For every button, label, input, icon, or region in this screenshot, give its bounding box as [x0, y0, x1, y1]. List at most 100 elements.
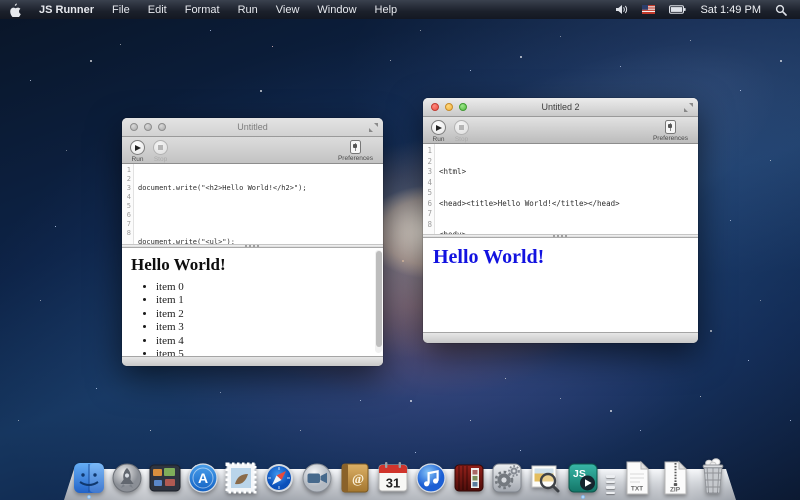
- preview-icon[interactable]: [526, 460, 564, 496]
- menu-window[interactable]: Window: [308, 0, 365, 19]
- menu-clock[interactable]: Sat 1:49 PM: [693, 0, 768, 19]
- svg-text:TXT: TXT: [631, 486, 643, 493]
- photo-booth-icon[interactable]: [450, 460, 488, 496]
- toolbar: Run Stop Preferences: [122, 137, 383, 164]
- app-menu-title[interactable]: JS Runner: [30, 0, 103, 19]
- finder-icon[interactable]: [70, 460, 108, 496]
- fullscreen-icon[interactable]: [369, 123, 378, 132]
- menu-view[interactable]: View: [267, 0, 309, 19]
- code-editor[interactable]: 12 34 56 78 <html> <head><title>Hello Wo…: [423, 144, 698, 234]
- output-heading: Hello World!: [433, 246, 698, 269]
- code-line: [138, 211, 383, 220]
- code-line: document.write("<h2>Hello World!</h2>");: [138, 184, 383, 193]
- menu-file[interactable]: File: [103, 0, 139, 19]
- window-untitled: Untitled Run Stop Preferences 12 34: [122, 118, 383, 366]
- stop-button[interactable]: Stop: [454, 120, 469, 143]
- window-title: Untitled 2: [541, 102, 579, 112]
- preferences-button[interactable]: Preferences: [338, 140, 373, 162]
- minimize-button[interactable]: [445, 103, 453, 111]
- list-item: item 5: [156, 348, 383, 356]
- code-text: <html> <head><title>Hello World!</title>…: [435, 144, 698, 234]
- code-text: document.write("<h2>Hello World!</h2>");…: [134, 164, 383, 244]
- code-line: <html>: [439, 167, 698, 178]
- toolbar: Run Stop Preferences: [423, 117, 698, 144]
- zoom-button[interactable]: [158, 123, 166, 131]
- list-item: item 0: [156, 281, 383, 294]
- dock: A: [0, 442, 800, 500]
- svg-text:ZIP: ZIP: [670, 487, 681, 494]
- output-heading: Hello World!: [131, 255, 383, 275]
- output-view: Hello World! item 0 item 1 item 2 item 3…: [122, 248, 383, 356]
- mail-icon[interactable]: [222, 460, 260, 496]
- fullscreen-icon[interactable]: [684, 103, 693, 112]
- list-item: item 2: [156, 308, 383, 321]
- menu-bar-status: Sat 1:49 PM: [608, 0, 800, 19]
- run-button[interactable]: Run: [130, 140, 145, 163]
- output-list: item 0 item 1 item 2 item 3 item 4 item …: [156, 281, 383, 356]
- dock-items: A: [70, 456, 732, 496]
- dock-separator: [602, 466, 618, 496]
- menu-help[interactable]: Help: [366, 0, 407, 19]
- facetime-icon[interactable]: [298, 460, 336, 496]
- close-button[interactable]: [130, 123, 138, 131]
- zip-file-icon[interactable]: ZIP: [656, 460, 694, 496]
- input-flag-icon[interactable]: [635, 0, 662, 19]
- svg-text:@: @: [352, 471, 364, 486]
- window-bottom-bar: [423, 332, 698, 343]
- mission-control-icon[interactable]: [146, 460, 184, 496]
- address-book-icon[interactable]: @: [336, 460, 374, 496]
- desktop: JS Runner File Edit Format Run View Wind…: [0, 0, 800, 500]
- window-untitled-2: Untitled 2 Run Stop Preferences 12 34: [423, 98, 698, 343]
- stop-button[interactable]: Stop: [153, 140, 168, 163]
- stop-icon: [153, 140, 168, 155]
- menu-bar-left: JS Runner File Edit Format Run View Wind…: [0, 0, 406, 19]
- minimize-button[interactable]: [144, 123, 152, 131]
- apple-menu[interactable]: [0, 0, 30, 19]
- line-number-gutter: 12 34 56 78: [122, 164, 134, 244]
- menu-run[interactable]: Run: [229, 0, 267, 19]
- svg-text:A: A: [198, 470, 208, 486]
- window-title: Untitled: [237, 122, 268, 132]
- line-number-gutter: 12 34 56 78: [423, 144, 435, 234]
- traffic-lights: [431, 103, 467, 111]
- js-runner-icon[interactable]: JS: [564, 460, 602, 496]
- system-preferences-icon[interactable]: [488, 460, 526, 496]
- itunes-icon[interactable]: [412, 460, 450, 496]
- launchpad-icon[interactable]: [108, 460, 146, 496]
- menu-format[interactable]: Format: [176, 0, 229, 19]
- ical-icon[interactable]: 31: [374, 460, 412, 496]
- menu-edit[interactable]: Edit: [139, 0, 176, 19]
- code-editor[interactable]: 12 34 56 78 document.write("<h2>Hello Wo…: [122, 164, 383, 244]
- scrollbar[interactable]: [375, 250, 382, 353]
- play-icon: [431, 120, 446, 135]
- menu-bar: JS Runner File Edit Format Run View Wind…: [0, 0, 800, 19]
- running-indicator: [87, 495, 91, 499]
- apple-icon: [9, 3, 21, 17]
- title-bar[interactable]: Untitled 2: [423, 98, 698, 117]
- code-line: <head><title>Hello World!</title></head>: [439, 199, 698, 210]
- stop-icon: [454, 120, 469, 135]
- zoom-button[interactable]: [459, 103, 467, 111]
- safari-icon[interactable]: [260, 460, 298, 496]
- volume-icon[interactable]: [608, 0, 635, 19]
- play-icon: [130, 140, 145, 155]
- list-item: item 3: [156, 321, 383, 334]
- preferences-icon: [665, 120, 676, 134]
- close-button[interactable]: [431, 103, 439, 111]
- spotlight-icon[interactable]: [768, 0, 794, 19]
- window-bottom-bar: [122, 356, 383, 366]
- traffic-lights: [130, 123, 166, 131]
- list-item: item 1: [156, 294, 383, 307]
- txt-file-icon[interactable]: TXT: [618, 460, 656, 496]
- app-store-icon[interactable]: A: [184, 460, 222, 496]
- running-indicator: [581, 495, 585, 499]
- preferences-button[interactable]: Preferences: [653, 120, 688, 142]
- svg-text:31: 31: [386, 476, 400, 491]
- run-button[interactable]: Run: [431, 120, 446, 143]
- output-view: Hello World!: [423, 238, 698, 332]
- list-item: item 4: [156, 335, 383, 348]
- trash-icon[interactable]: [694, 456, 732, 496]
- battery-icon[interactable]: [662, 0, 693, 19]
- preferences-icon: [350, 140, 361, 154]
- title-bar[interactable]: Untitled: [122, 118, 383, 137]
